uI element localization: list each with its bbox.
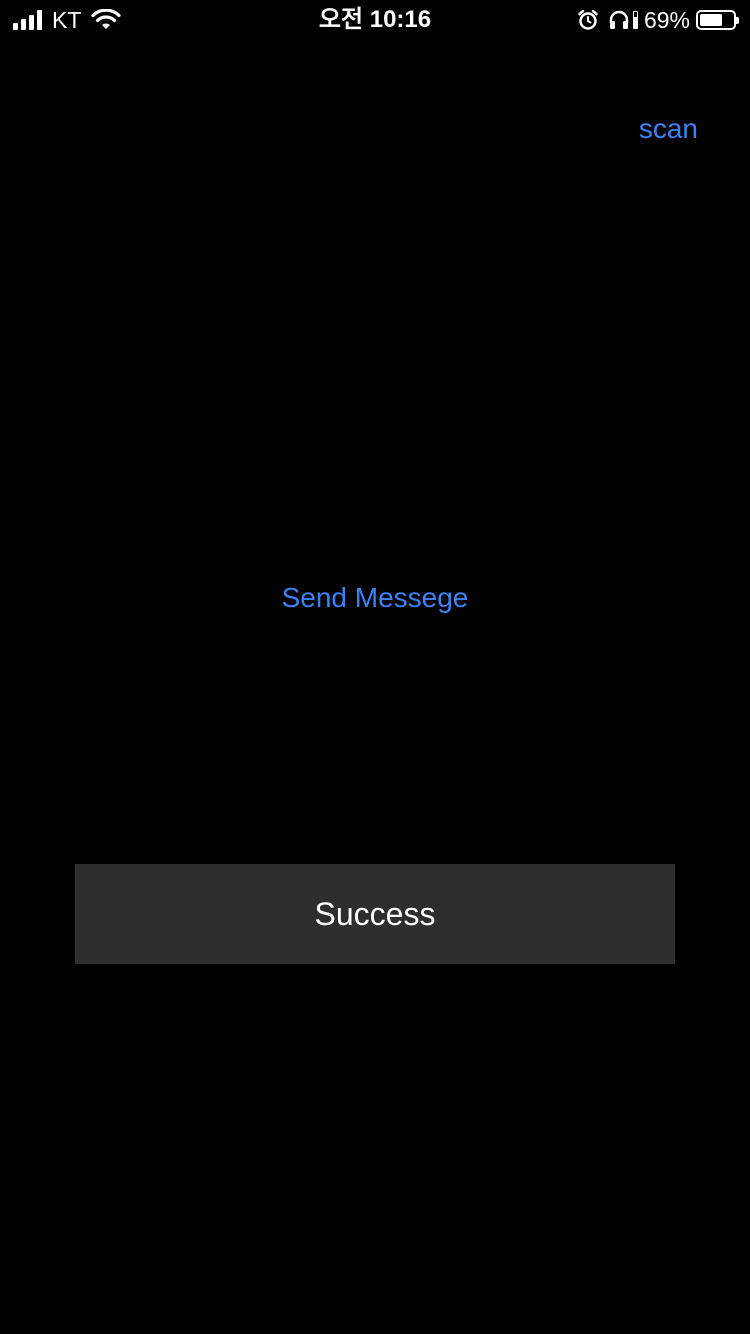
battery-fill: [700, 14, 723, 26]
charging-indicator-icon: [632, 11, 638, 29]
battery-icon: [696, 10, 739, 30]
battery-percent: 69%: [643, 7, 690, 33]
status-bar: KT 오전 10:16 69%: [0, 0, 750, 40]
status-label: Success: [314, 895, 436, 932]
status-bar-right: 69%: [577, 6, 739, 34]
status-box: Success: [75, 864, 675, 964]
send-message-button[interactable]: Send Messege: [0, 580, 750, 616]
headphones-icon: [609, 10, 629, 29]
scan-button[interactable]: scan: [639, 111, 698, 147]
alarm-icon: [578, 9, 598, 30]
